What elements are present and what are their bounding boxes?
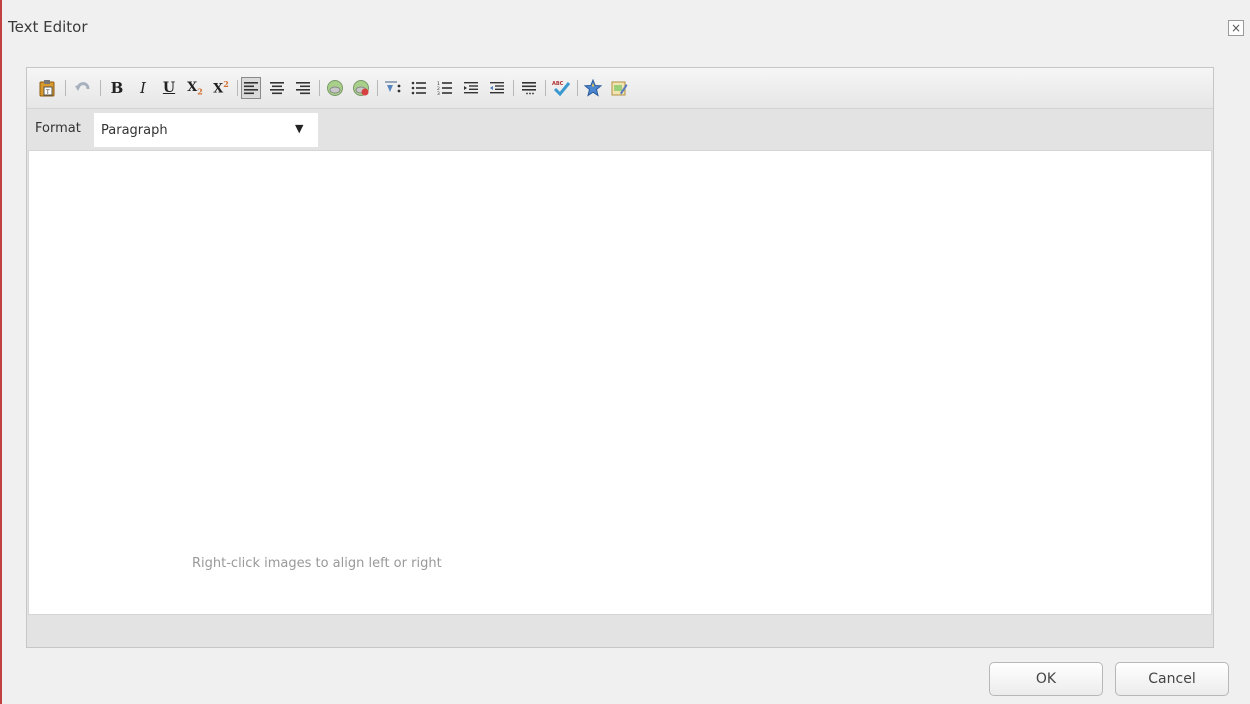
edit-image-button[interactable]: [609, 77, 629, 99]
format-bar: Format Paragraph ▼: [27, 109, 1213, 149]
toolbar-separator: [100, 80, 101, 96]
bold-button[interactable]: B: [107, 77, 127, 99]
bulleted-list-button[interactable]: [409, 77, 429, 99]
subscript-button[interactable]: X2: [185, 77, 205, 99]
numbered-list-button[interactable]: 1 2 3: [435, 77, 455, 99]
favorite-star-icon: [584, 79, 602, 97]
anchor-button[interactable]: [383, 77, 403, 99]
toolbar-separator: [577, 80, 578, 96]
subscript-icon: X2: [187, 79, 203, 97]
edit-image-icon: [611, 81, 628, 96]
bold-icon: B: [110, 79, 124, 97]
align-center-button[interactable]: [267, 77, 287, 99]
close-icon: ×: [1230, 21, 1242, 35]
anchor-icon: [385, 81, 401, 93]
close-button[interactable]: ×: [1228, 20, 1244, 36]
ok-button[interactable]: OK: [989, 662, 1103, 696]
align-left-icon: [244, 82, 258, 95]
numbered-list-icon: 1 2 3: [437, 81, 452, 95]
spellcheck-button[interactable]: ABC: [551, 77, 571, 99]
italic-icon: I: [140, 79, 146, 97]
align-center-icon: [270, 82, 284, 95]
text-editor-dialog: Text Editor × T B I U X2 X2 1 2 3 ABC Fo…: [0, 0, 1250, 704]
align-right-icon: [296, 82, 310, 95]
superscript-button[interactable]: X2: [211, 77, 231, 99]
undo-icon: [75, 82, 90, 91]
bulleted-list-icon: [411, 81, 426, 95]
toolbar-separator: [319, 80, 320, 96]
editor-hint: Right-click images to align left or righ…: [192, 556, 442, 571]
spellcheck-icon: ABC: [552, 81, 571, 97]
svg-text:3: 3: [437, 91, 440, 95]
indent-icon: [490, 82, 504, 94]
undo-button[interactable]: [73, 77, 93, 99]
paste-button[interactable]: T: [37, 77, 57, 99]
special-characters-button[interactable]: [519, 77, 539, 99]
format-selected-value: Paragraph: [101, 123, 168, 138]
dropdown-arrow-icon: ▼: [295, 122, 304, 135]
toolbar-separator: [377, 80, 378, 96]
svg-text:ABC: ABC: [552, 81, 564, 87]
special-characters-icon: [522, 82, 536, 95]
remove-link-icon: [353, 80, 369, 96]
align-right-button[interactable]: [293, 77, 313, 99]
toolbar-separator: [65, 80, 66, 96]
superscript-icon: X2: [213, 79, 229, 97]
toolbar-separator: [237, 80, 238, 96]
dialog-title-bar[interactable]: Text Editor ×: [2, 0, 1250, 48]
underline-button[interactable]: U: [159, 77, 179, 99]
cancel-button[interactable]: Cancel: [1115, 662, 1229, 696]
svg-text:T: T: [45, 89, 50, 96]
favorite-button[interactable]: [583, 77, 603, 99]
editor-content-area[interactable]: [28, 150, 1212, 615]
remove-link-button[interactable]: [351, 77, 371, 99]
format-label: Format: [35, 121, 81, 136]
editor-toolbar: T B I U X2 X2 1 2 3 ABC: [27, 68, 1213, 109]
align-left-button[interactable]: [241, 77, 261, 99]
italic-button[interactable]: I: [133, 77, 153, 99]
toolbar-separator: [545, 80, 546, 96]
indent-button[interactable]: [487, 77, 507, 99]
outdent-button[interactable]: [461, 77, 481, 99]
insert-link-icon: [327, 80, 343, 96]
underline-icon: U: [162, 80, 176, 96]
toolbar-separator: [513, 80, 514, 96]
paste-icon: T: [39, 80, 55, 97]
outdent-icon: [464, 82, 478, 94]
format-select[interactable]: Paragraph ▼: [94, 113, 318, 147]
dialog-title: Text Editor: [8, 18, 88, 36]
insert-link-button[interactable]: [325, 77, 345, 99]
